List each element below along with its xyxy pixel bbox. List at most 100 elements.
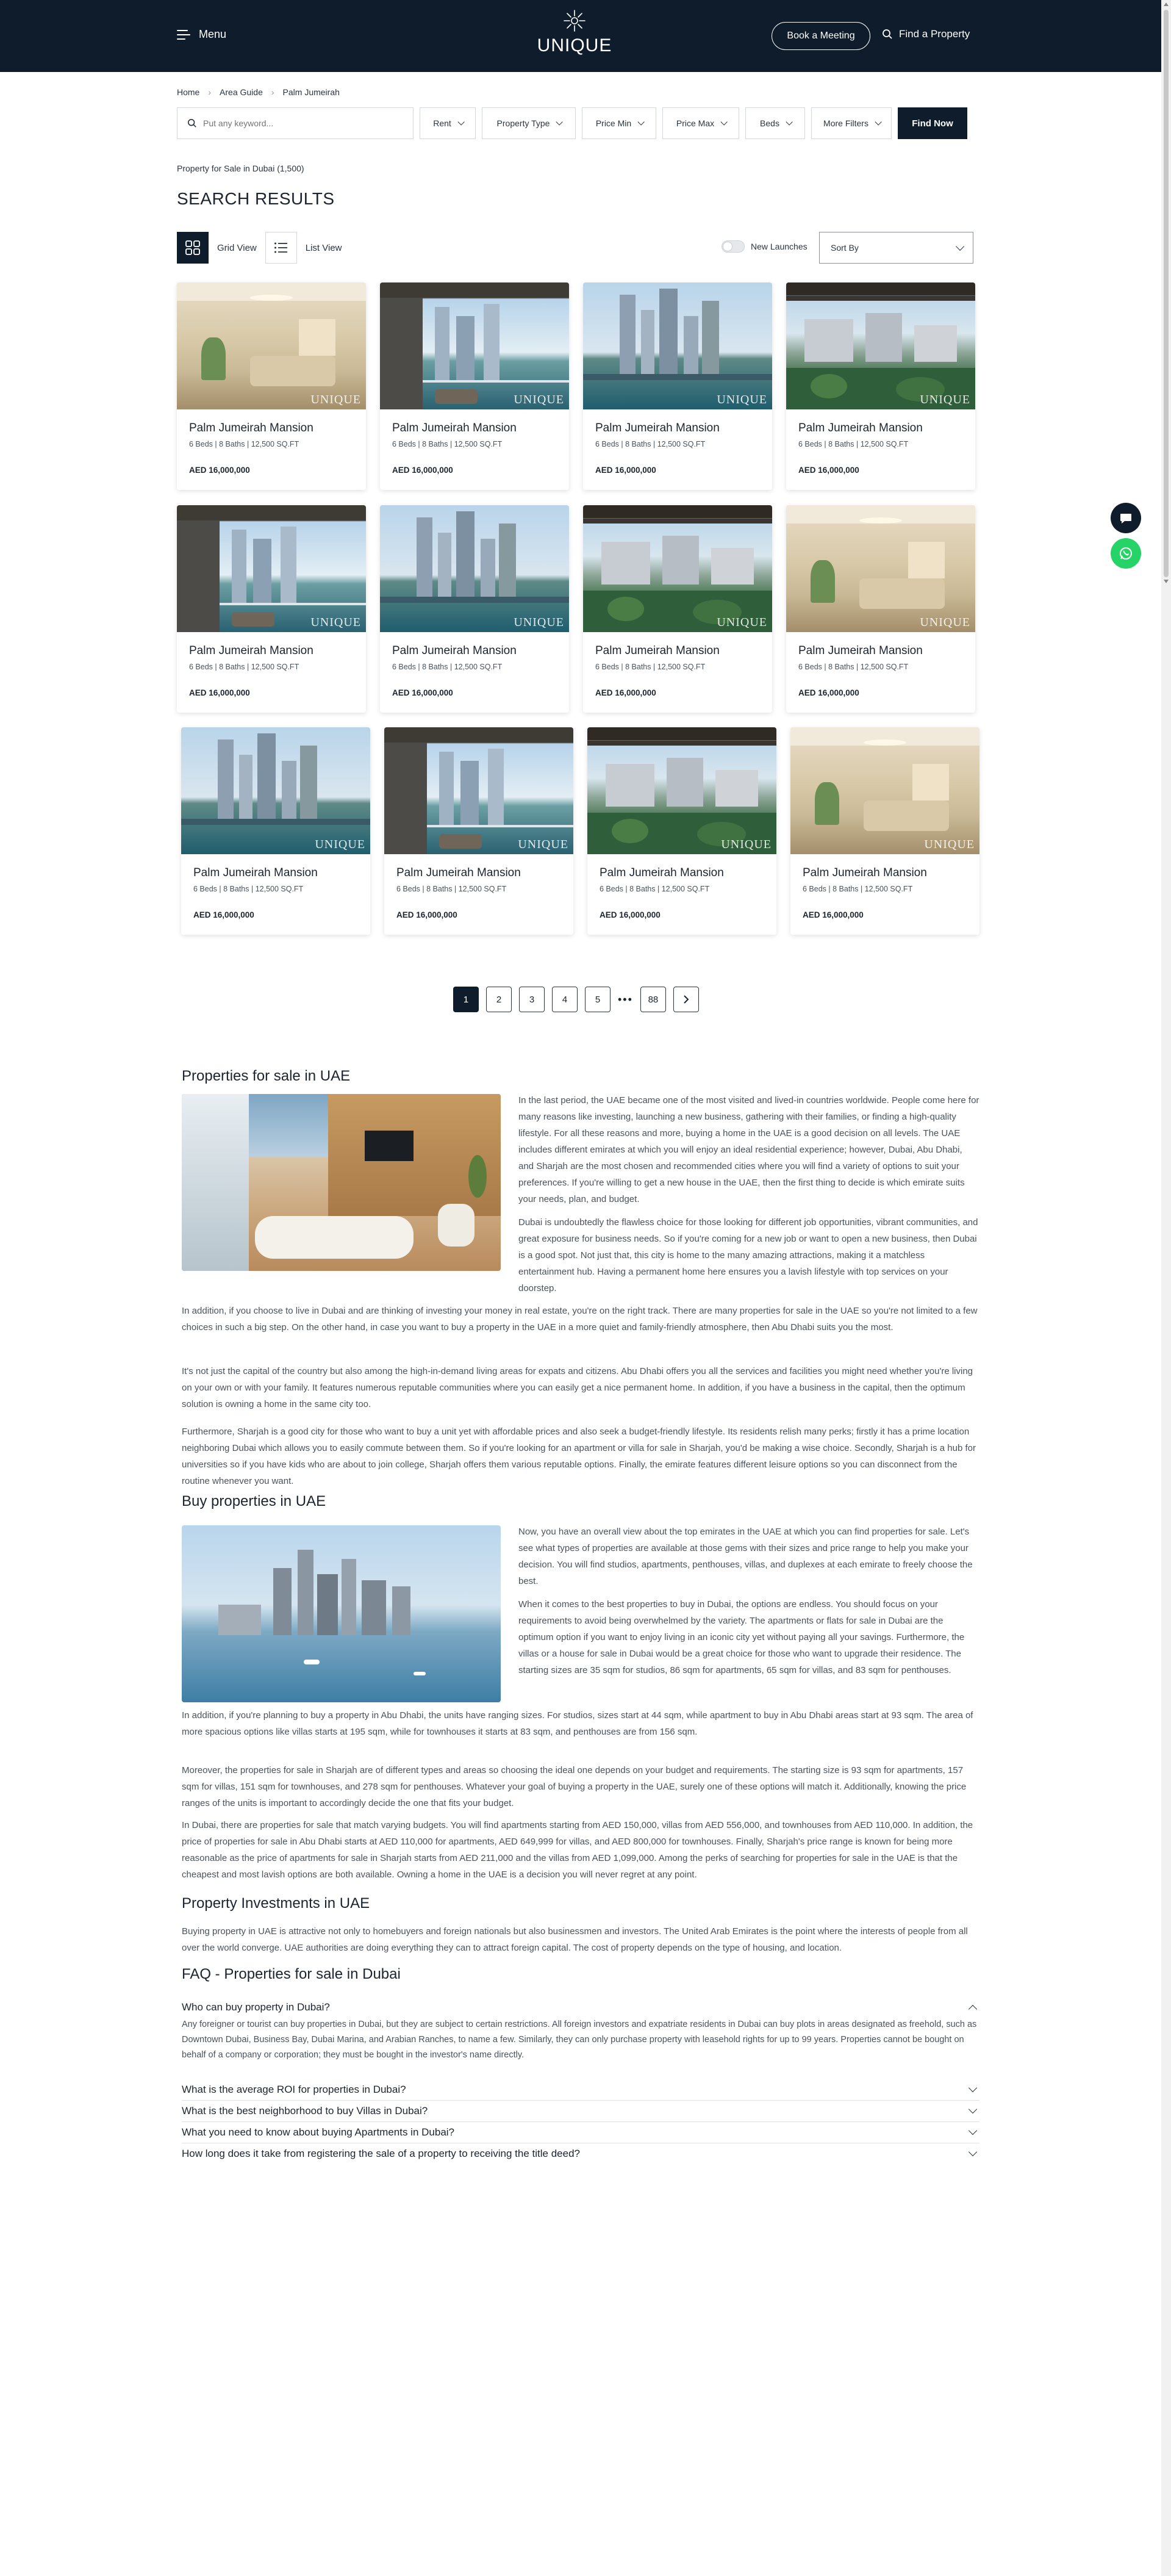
find-property-link[interactable]: Find a Property — [882, 28, 970, 40]
listing-card[interactable]: UNIQUE Palm Jumeirah Mansion 6 Beds | 8 Ba… — [380, 282, 569, 490]
grid-view-label[interactable]: Grid View — [217, 243, 257, 253]
page-button[interactable]: 1 — [453, 987, 479, 1012]
listing-title[interactable]: Palm Jumeirah Mansion — [595, 644, 720, 658]
listing-specs: 6 Beds | 8 Baths | 12,500 SQ.FT — [392, 663, 503, 671]
listing-image[interactable]: UNIQUE — [384, 727, 573, 854]
page-scrollbar[interactable] — [1161, 0, 1171, 2576]
listing-title[interactable]: Palm Jumeirah Mansion — [189, 422, 313, 435]
image-watermark: UNIQUE — [924, 838, 975, 851]
filter-price-min[interactable]: Price Min — [582, 107, 656, 139]
chat-button[interactable] — [1111, 503, 1141, 533]
listing-card[interactable]: UNIQUE Palm Jumeirah Mansion 6 Beds | 8 Ba… — [177, 282, 366, 490]
listing-image[interactable]: UNIQUE — [786, 282, 975, 409]
menu-button[interactable]: Menu — [177, 28, 226, 41]
listing-title[interactable]: Palm Jumeirah Mansion — [193, 866, 318, 880]
page-button-last[interactable]: 88 — [640, 987, 666, 1012]
image-detail — [620, 295, 636, 380]
chevron-down-icon — [720, 118, 728, 126]
book-meeting-button[interactable]: Book a Meeting — [772, 22, 870, 50]
filter-more[interactable]: More Filters — [811, 107, 892, 139]
image-detail — [438, 533, 451, 603]
faq-question[interactable]: How long does it take from registering t… — [182, 2147, 979, 2160]
listing-image[interactable]: UNIQUE — [583, 282, 772, 409]
listing-card[interactable]: UNIQUE Palm Jumeirah Mansion 6 Beds | 8 Ba… — [181, 727, 370, 935]
listing-price: AED 16,000,000 — [803, 910, 864, 919]
listing-card[interactable]: UNIQUE Palm Jumeirah Mansion 6 Beds | 8 Ba… — [177, 505, 366, 713]
site-logo[interactable]: UNIQUE — [537, 9, 612, 56]
new-launches-toggle[interactable] — [722, 240, 745, 253]
page-button[interactable]: 2 — [486, 987, 512, 1012]
breadcrumb-area-guide[interactable]: Area Guide — [220, 87, 263, 97]
image-detail — [218, 739, 234, 825]
listing-card[interactable]: UNIQUE Palm Jumeirah Mansion 6 Beds | 8 Ba… — [384, 727, 573, 935]
listing-title[interactable]: Palm Jumeirah Mansion — [396, 866, 521, 880]
listing-price: AED 16,000,000 — [392, 466, 453, 475]
image-detail — [612, 819, 648, 843]
faq-question[interactable]: What you need to know about buying Apart… — [182, 2126, 979, 2139]
keyword-search-input[interactable] — [203, 118, 398, 128]
listing-title[interactable]: Palm Jumeirah Mansion — [803, 866, 927, 880]
listing-title[interactable]: Palm Jumeirah Mansion — [798, 644, 923, 658]
faq-question[interactable]: What is the best neighborhood to buy Vil… — [182, 2104, 979, 2117]
find-now-button[interactable]: Find Now — [898, 107, 967, 139]
listing-card[interactable]: UNIQUE Palm Jumeirah Mansion 6 Beds | 8 Ba… — [587, 727, 776, 935]
paragraph: In Dubai, there are properties for sale … — [182, 1820, 973, 1880]
listing-image[interactable]: UNIQUE — [583, 505, 772, 632]
listing-image[interactable]: UNIQUE — [380, 505, 569, 632]
listing-image[interactable]: UNIQUE — [790, 727, 979, 854]
keyword-search-box[interactable] — [177, 107, 414, 139]
listing-image[interactable]: UNIQUE — [177, 505, 366, 632]
listing-title[interactable]: Palm Jumeirah Mansion — [189, 644, 313, 658]
listing-card[interactable]: UNIQUE Palm Jumeirah Mansion 6 Beds | 8 Ba… — [380, 505, 569, 713]
next-page-button[interactable] — [673, 987, 699, 1012]
image-detail — [282, 761, 296, 825]
listing-card[interactable]: UNIQUE Palm Jumeirah Mansion 6 Beds | 8 Ba… — [583, 505, 772, 713]
listing-card[interactable]: UNIQUE Palm Jumeirah Mansion 6 Beds | 8 Ba… — [790, 727, 979, 935]
listing-title[interactable]: Palm Jumeirah Mansion — [392, 644, 517, 658]
listing-title[interactable]: Palm Jumeirah Mansion — [595, 422, 720, 435]
listing-specs: 6 Beds | 8 Baths | 12,500 SQ.FT — [193, 885, 304, 893]
scroll-thumb[interactable] — [1164, 10, 1169, 577]
list-view-button[interactable] — [265, 232, 297, 264]
filter-property-type[interactable]: Property Type — [482, 107, 576, 139]
paragraph: In the last period, the UAE became one o… — [518, 1095, 979, 1204]
image-detail — [299, 319, 335, 356]
listing-specs: 6 Beds | 8 Baths | 12,500 SQ.FT — [798, 440, 909, 448]
listing-card[interactable]: UNIQUE Palm Jumeirah Mansion 6 Beds | 8 Ba… — [786, 282, 975, 490]
faq-question[interactable]: Who can buy property in Dubai? — [182, 2001, 979, 2014]
grid-view-button[interactable] — [177, 232, 209, 264]
filter-price-max[interactable]: Price Max — [662, 107, 739, 139]
sort-by-select[interactable]: Sort By — [819, 232, 973, 264]
page-button[interactable]: 5 — [585, 987, 611, 1012]
listing-title[interactable]: Palm Jumeirah Mansion — [600, 866, 724, 880]
image-detail — [811, 374, 847, 398]
list-view-label[interactable]: List View — [306, 243, 342, 253]
whatsapp-button[interactable] — [1111, 538, 1141, 569]
image-detail — [253, 539, 271, 603]
results-count: Property for Sale in Dubai (1,500) — [177, 164, 304, 173]
listing-title[interactable]: Palm Jumeirah Mansion — [798, 422, 923, 435]
scroll-up-arrow[interactable] — [1164, 2, 1169, 6]
listing-specs: 6 Beds | 8 Baths | 12,500 SQ.FT — [798, 663, 909, 671]
listing-image[interactable]: UNIQUE — [181, 727, 370, 854]
listing-image[interactable]: UNIQUE — [380, 282, 569, 409]
listing-title[interactable]: Palm Jumeirah Mansion — [392, 422, 517, 435]
image-detail — [250, 295, 293, 301]
faq-question[interactable]: What is the average ROI for properties i… — [182, 2083, 979, 2096]
listing-card[interactable]: UNIQUE Palm Jumeirah Mansion 6 Beds | 8 Ba… — [786, 505, 975, 713]
filter-beds[interactable]: Beds — [745, 107, 805, 139]
filter-rent[interactable]: Rent — [420, 107, 476, 139]
page-button[interactable]: 4 — [552, 987, 578, 1012]
paragraph: When it comes to the best properties to … — [518, 1599, 965, 1675]
listing-image[interactable]: UNIQUE — [177, 282, 366, 409]
listing-image[interactable]: UNIQUE — [587, 727, 776, 854]
breadcrumb-home[interactable]: Home — [177, 87, 199, 97]
listing-specs: 6 Beds | 8 Baths | 12,500 SQ.FT — [392, 440, 503, 448]
section-title-invest: Property Investments in UAE — [182, 1895, 370, 1912]
listing-specs: 6 Beds | 8 Baths | 12,500 SQ.FT — [595, 663, 706, 671]
page-button[interactable]: 3 — [519, 987, 545, 1012]
listing-image[interactable]: UNIQUE — [786, 505, 975, 632]
image-detail — [239, 755, 252, 825]
scroll-down-arrow[interactable] — [1164, 580, 1169, 583]
listing-card[interactable]: UNIQUE Palm Jumeirah Mansion 6 Beds | 8 Ba… — [583, 282, 772, 490]
